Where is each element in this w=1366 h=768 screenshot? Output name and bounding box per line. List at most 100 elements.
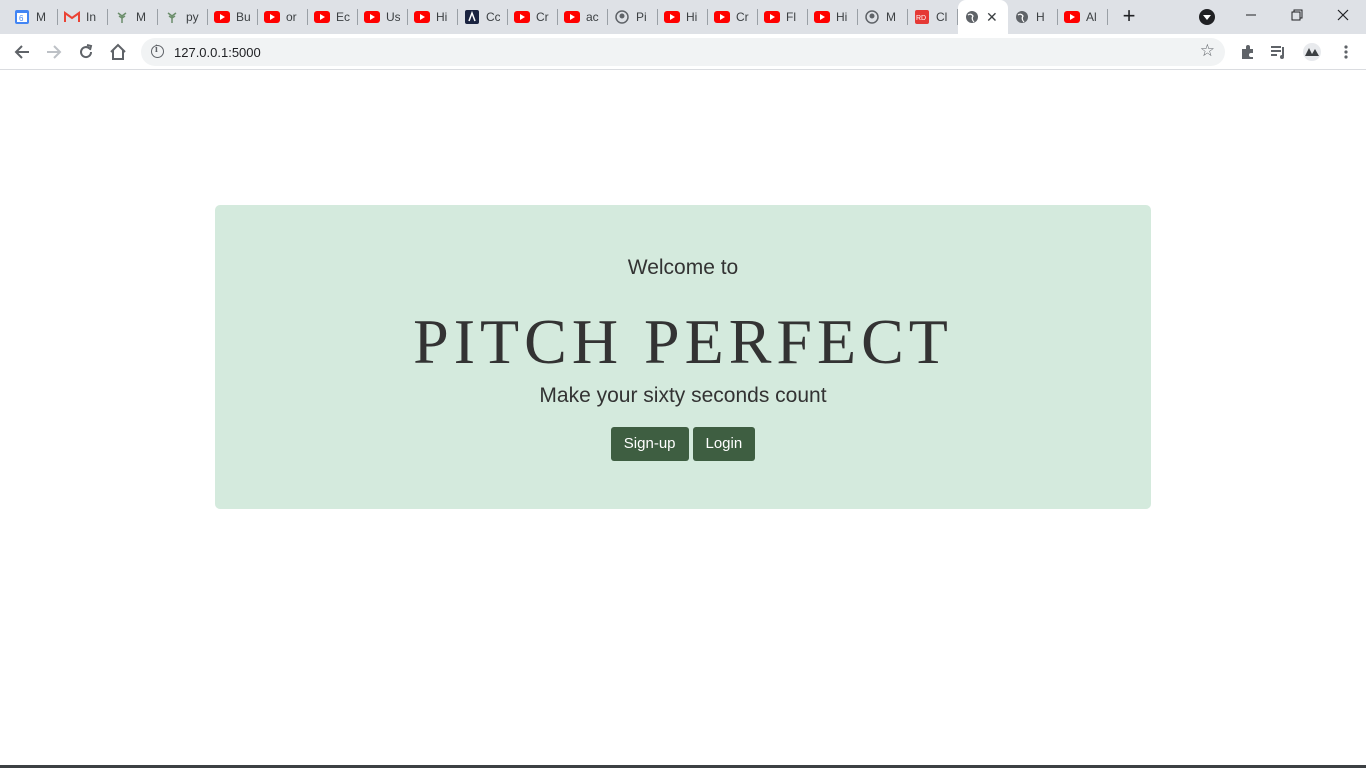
tab-title: In — [86, 10, 97, 24]
reload-icon — [80, 44, 93, 59]
tab-title: Cl — [936, 10, 948, 24]
gmail-icon — [64, 9, 80, 25]
browser-tab[interactable]: ac — [558, 5, 608, 29]
github-icon — [614, 9, 630, 25]
reload-button[interactable] — [74, 40, 98, 64]
plant-icon — [114, 9, 130, 25]
arrow-left-icon — [14, 45, 29, 59]
profile-button[interactable] — [1298, 40, 1326, 64]
browser-tab[interactable]: Hi — [408, 5, 458, 29]
avatar — [1303, 43, 1321, 61]
browser-tab[interactable]: Pi — [608, 5, 658, 29]
tab-title: M — [136, 10, 146, 24]
tab-title: M — [36, 10, 46, 24]
tab-separator — [1107, 9, 1108, 25]
puzzle-icon — [1242, 45, 1253, 59]
tab-strip: 6 M In Mpy Bu or Ec Us Hi Cc Cr ac Pi Hi Cr Fl Hi M RD Cl ✕ H… — [0, 0, 1366, 34]
more-vertical-icon — [1344, 45, 1348, 59]
tab-title: Pi — [636, 10, 647, 24]
new-tab-button[interactable]: + — [1118, 5, 1140, 28]
browser-tab[interactable]: Ec — [308, 5, 358, 29]
tab-title: Hi — [436, 10, 448, 24]
browser-tab[interactable]: In — [58, 5, 108, 29]
youtube-icon — [264, 9, 280, 25]
github-icon — [864, 9, 880, 25]
app-icon — [464, 9, 480, 25]
youtube-icon — [764, 9, 780, 25]
tab-title: py — [186, 10, 199, 24]
svg-text:6: 6 — [19, 14, 24, 23]
youtube-icon — [664, 9, 680, 25]
browser-tab[interactable]: Cr — [508, 5, 558, 29]
youtube-icon — [564, 9, 580, 25]
minimize-button[interactable] — [1228, 0, 1274, 30]
tab-title: ac — [586, 10, 599, 24]
brand-title: PITCH PERFECT — [413, 306, 953, 377]
arrow-right-icon — [47, 45, 62, 59]
home-button[interactable] — [106, 40, 130, 64]
forward-button[interactable] — [42, 40, 66, 64]
globe-icon — [1014, 9, 1030, 25]
address-bar[interactable]: 127.0.0.1:5000 ☆ — [141, 38, 1225, 66]
browser-tab[interactable]: Hi — [658, 5, 708, 29]
browser-tab[interactable]: M — [858, 5, 908, 29]
login-button[interactable]: Login — [692, 427, 756, 461]
browser-tab[interactable]: Hi — [808, 5, 858, 29]
browser-tab[interactable]: Cc — [458, 5, 508, 29]
browser-tab[interactable]: M — [108, 5, 158, 29]
youtube-icon — [514, 9, 530, 25]
tab-search-icon[interactable] — [1199, 9, 1215, 25]
youtube-icon — [814, 9, 830, 25]
browser-tab[interactable]: Fl — [758, 5, 808, 29]
close-tab-icon[interactable]: ✕ — [986, 10, 998, 24]
close-window-button[interactable] — [1320, 0, 1366, 30]
back-button[interactable] — [10, 40, 34, 64]
close-icon — [1337, 9, 1349, 21]
welcome-jumbotron: Welcome to PITCH PERFECT Make your sixty… — [215, 205, 1151, 509]
youtube-icon — [1064, 9, 1080, 25]
youtube-icon — [414, 9, 430, 25]
tab-title: Fl — [786, 10, 796, 24]
welcome-text: Welcome to — [627, 256, 739, 279]
youtube-icon — [314, 9, 330, 25]
tab-title: Cr — [736, 10, 749, 24]
auth-buttons: Sign-up Login — [215, 427, 1151, 461]
tab-title: Hi — [836, 10, 848, 24]
plant-icon — [164, 9, 180, 25]
browser-tab[interactable]: Cr — [708, 5, 758, 29]
extensions-button[interactable] — [1236, 40, 1260, 64]
browser-tab[interactable]: ✕ — [958, 0, 1008, 34]
globe-icon — [964, 9, 980, 25]
tab-title: H — [1036, 10, 1045, 24]
signup-button[interactable]: Sign-up — [610, 427, 689, 461]
browser-tab[interactable]: py — [158, 5, 208, 29]
tagline: Make your sixty seconds count — [539, 384, 827, 407]
youtube-icon — [364, 9, 380, 25]
tab-title: Al — [1086, 10, 1097, 24]
url-text[interactable]: 127.0.0.1:5000 — [174, 45, 261, 60]
tab-title: Bu — [236, 10, 250, 24]
browser-tab[interactable]: Bu — [208, 5, 258, 29]
bookmark-star-icon[interactable]: ☆ — [1200, 41, 1215, 61]
media-control-button[interactable] — [1267, 40, 1291, 64]
browser-tab[interactable]: Us — [358, 5, 408, 29]
playlist-icon — [1271, 46, 1284, 59]
site-info-icon[interactable] — [151, 44, 164, 58]
browser-tab[interactable]: RD Cl — [908, 5, 958, 29]
tab-title: Cc — [486, 10, 500, 24]
browser-tab[interactable]: H — [1008, 5, 1058, 29]
tab-title: M — [886, 10, 896, 24]
menu-button[interactable] — [1334, 40, 1358, 64]
minimize-icon — [1246, 14, 1256, 16]
home-icon — [110, 43, 126, 60]
tab-title: or — [286, 10, 297, 24]
browser-tab[interactable]: or — [258, 5, 308, 29]
calendar-icon: 6 — [14, 9, 30, 25]
tab-title: Us — [386, 10, 400, 24]
rd-icon: RD — [914, 9, 930, 25]
browser-toolbar: 127.0.0.1:5000 ☆ — [0, 34, 1366, 70]
browser-tab[interactable]: Al — [1058, 5, 1108, 29]
restore-icon — [1291, 9, 1303, 21]
restore-button[interactable] — [1274, 0, 1320, 30]
browser-tab[interactable]: 6M — [8, 5, 58, 29]
